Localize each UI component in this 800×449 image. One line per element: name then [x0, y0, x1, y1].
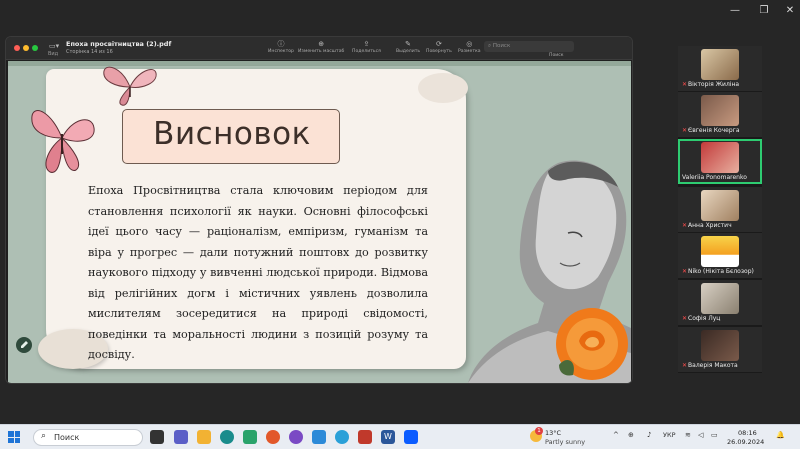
- sidebar-toggle-icon[interactable]: ▭▾: [49, 42, 59, 50]
- taskbar: ⌕ Поиск W 1 13°C Partly sunny ^ ⊕ ♪ УКР …: [0, 424, 800, 449]
- word-icon[interactable]: W: [381, 430, 395, 444]
- participant-tile-active-speaker[interactable]: Valeriia Ponomarenko: [678, 139, 762, 184]
- mic-muted-icon: ✕: [682, 315, 688, 322]
- mic-muted-icon: ✕: [682, 268, 688, 275]
- participant-tile[interactable]: ✕Анна Христич: [678, 187, 762, 232]
- minimize-icon[interactable]: —: [726, 5, 744, 17]
- scroll-curl: [418, 73, 468, 103]
- inspector-button[interactable]: ⓘ Инспектор: [268, 40, 294, 54]
- avatar: [701, 283, 739, 314]
- wifi-icon[interactable]: ≋: [685, 431, 691, 439]
- info-icon: ⓘ: [277, 40, 285, 48]
- language-indicator[interactable]: УКР: [663, 431, 676, 439]
- viber-icon[interactable]: [289, 430, 303, 444]
- weather-temperature: 13°C: [545, 429, 562, 437]
- mic-muted-icon: ✕: [682, 222, 688, 229]
- avatar: [701, 330, 739, 361]
- participant-tile[interactable]: ✕Софія Луц: [678, 280, 762, 325]
- slide-body-text: Епоха Просвітництва стала ключовим періо…: [88, 184, 428, 361]
- taskbar-search[interactable]: ⌕ Поиск: [33, 429, 143, 446]
- mic-muted-icon: ✕: [682, 81, 688, 88]
- presentation-slide: Висновок Епоха Просвітництва стала ключо…: [8, 61, 631, 383]
- avatar: [701, 142, 739, 173]
- participant-name: Niko (Нікіта Бєлозор): [688, 268, 754, 275]
- maximize-icon[interactable]: ❐: [755, 5, 773, 17]
- search-icon: ⌕: [41, 431, 47, 441]
- task-view-icon[interactable]: [150, 430, 164, 444]
- view-label: Вид: [48, 51, 59, 57]
- mic-muted-icon: ✕: [682, 362, 688, 369]
- participant-tile[interactable]: ✕Євгенія Кочерга: [678, 92, 762, 137]
- pdf-reader-icon[interactable]: [358, 430, 372, 444]
- battery-icon[interactable]: ▭: [711, 431, 718, 439]
- firefox-icon[interactable]: [266, 430, 280, 444]
- desktop: — ❐ ✕ ▭▾ Вид Епоха просвітництва (2).pdf…: [0, 0, 800, 424]
- telegram-icon[interactable]: [335, 430, 349, 444]
- markup-icon: ◎: [466, 40, 473, 48]
- participant-name: Valeriia Ponomarenko: [682, 174, 747, 181]
- zoom-icon[interactable]: [404, 430, 418, 444]
- share-icon: ⇪: [363, 40, 370, 48]
- avatar: [701, 236, 739, 267]
- participant-name: Валерія Макота: [688, 362, 738, 369]
- viewer-toolbar: ▭▾ Вид Епоха просвітництва (2).pdf Сторі…: [6, 37, 632, 60]
- markup-button[interactable]: ◎ Разметка: [458, 40, 481, 54]
- window-zoom-button[interactable]: [32, 45, 38, 51]
- rotate-button[interactable]: ⟳ Повернуть: [426, 40, 452, 54]
- rotate-icon: ⟳: [435, 40, 442, 48]
- search-label: Поиск: [549, 53, 564, 58]
- rose-image: [556, 308, 628, 380]
- file-explorer-icon[interactable]: [197, 430, 211, 444]
- participant-tile[interactable]: ✕Вікторія Жиліна: [678, 46, 762, 91]
- share-button[interactable]: ⇪ Поделиться: [352, 40, 381, 54]
- butterfly-icon: [31, 110, 95, 173]
- slide-title: Висновок: [153, 116, 311, 152]
- avatar: [701, 95, 739, 126]
- weather-condition: Partly sunny: [545, 438, 586, 446]
- window-close-button[interactable]: [14, 45, 20, 51]
- document-page-count: Сторінка 14 из 16: [66, 49, 113, 55]
- edge-icon[interactable]: [220, 430, 234, 444]
- participant-name: Анна Христич: [688, 222, 732, 229]
- zoom-icon: ⊕: [318, 40, 325, 48]
- mic-muted-icon: ✕: [682, 127, 688, 134]
- participant-tile[interactable]: ✕Валерія Макота: [678, 327, 762, 372]
- mic-icon[interactable]: ♪: [647, 431, 651, 439]
- avatar: [701, 190, 739, 221]
- close-icon[interactable]: ✕: [781, 5, 799, 17]
- clock-time[interactable]: 08:16: [738, 429, 757, 437]
- chevron-up-icon[interactable]: ^: [613, 431, 619, 439]
- shared-pdf-viewer: ▭▾ Вид Епоха просвітництва (2).pdf Сторі…: [5, 36, 633, 384]
- avatar: [701, 49, 739, 80]
- volume-icon[interactable]: ◁: [698, 431, 703, 439]
- butterfly-icon: [103, 66, 157, 106]
- teams-icon[interactable]: [174, 430, 188, 444]
- clock-date[interactable]: 26.09.2024: [727, 438, 764, 446]
- highlight-button[interactable]: ✎ Выделить: [396, 40, 420, 54]
- globe-icon[interactable]: ⊕: [628, 431, 634, 439]
- participant-tile[interactable]: ✕Niko (Нікіта Бєлозор): [678, 233, 762, 278]
- pencil-icon[interactable]: [16, 337, 32, 353]
- participant-name: Євгенія Кочерга: [688, 127, 740, 134]
- notifications-icon[interactable]: 🔔: [776, 431, 785, 439]
- store-icon[interactable]: [243, 430, 257, 444]
- notification-badge: 1: [535, 427, 543, 435]
- zoom-button[interactable]: ⊕ Изменить масштаб: [298, 40, 344, 54]
- window-minimize-button[interactable]: [23, 45, 29, 51]
- document-title: Епоха просвітництва (2).pdf: [66, 40, 172, 48]
- app-icon[interactable]: [312, 430, 326, 444]
- slide-title-box: Висновок: [122, 109, 340, 164]
- highlighter-icon: ✎: [405, 40, 411, 48]
- participant-name: Софія Луц: [688, 315, 721, 322]
- participant-name: Вікторія Жиліна: [688, 81, 740, 88]
- participants-panel: ✕Вікторія Жиліна ✕Євгенія Кочерга Valeri…: [678, 46, 762, 373]
- search-input[interactable]: ⌕ Поиск: [484, 41, 574, 52]
- windows-start-icon[interactable]: [8, 431, 20, 443]
